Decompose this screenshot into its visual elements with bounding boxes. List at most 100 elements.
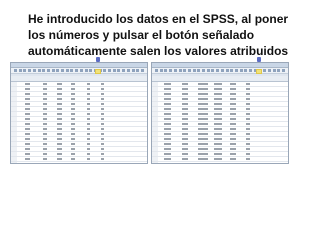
toolbar-icon[interactable] (140, 69, 144, 72)
table-cell[interactable] (246, 123, 250, 125)
table-cell[interactable] (246, 158, 250, 160)
toolbar-icon[interactable] (239, 69, 243, 72)
table-cell[interactable] (101, 148, 104, 150)
table-cell[interactable] (101, 88, 104, 90)
table-cell[interactable] (230, 93, 236, 95)
table-cell[interactable] (57, 128, 62, 130)
toolbar-icon[interactable] (267, 69, 271, 72)
table-cell[interactable] (230, 148, 236, 150)
table-cell[interactable] (164, 98, 171, 100)
toolbar-icon[interactable] (51, 69, 55, 72)
toolbar-icon[interactable] (263, 69, 267, 72)
table-cell[interactable] (182, 88, 188, 90)
table-cell[interactable] (101, 128, 104, 130)
table-cell[interactable] (25, 93, 30, 95)
table-cell[interactable] (25, 88, 30, 90)
toolbar-icon[interactable] (178, 69, 182, 72)
table-cell[interactable] (230, 118, 236, 120)
toolbar-icon[interactable] (197, 69, 201, 72)
table-cell[interactable] (71, 163, 75, 164)
toolbar-icon[interactable] (277, 69, 281, 72)
table-cell[interactable] (25, 138, 30, 140)
toolbar-icon[interactable] (79, 69, 83, 72)
table-cell[interactable] (246, 113, 250, 115)
table-cell[interactable] (101, 103, 104, 105)
table-cell[interactable] (230, 88, 236, 90)
table-cell[interactable] (214, 83, 222, 85)
table-cell[interactable] (230, 108, 236, 110)
table-cell[interactable] (198, 93, 208, 95)
table-cell[interactable] (230, 163, 236, 164)
toolbar-icon[interactable] (281, 69, 285, 72)
toolbar-icon[interactable] (46, 69, 50, 72)
table-cell[interactable] (198, 88, 208, 90)
toolbar-icon[interactable] (211, 69, 215, 72)
table-cell[interactable] (164, 88, 171, 90)
table-cell[interactable] (71, 143, 75, 145)
table-cell[interactable] (230, 133, 236, 135)
table-cell[interactable] (198, 138, 208, 140)
table-cell[interactable] (87, 83, 90, 85)
toolbar-icon[interactable] (131, 69, 135, 72)
table-cell[interactable] (164, 113, 171, 115)
table-cell[interactable] (71, 123, 75, 125)
table-cell[interactable] (71, 158, 75, 160)
toolbar-icon[interactable] (103, 69, 107, 72)
table-cell[interactable] (43, 143, 47, 145)
table-cell[interactable] (246, 83, 250, 85)
table-cell[interactable] (198, 123, 208, 125)
toolbar-icon[interactable] (32, 69, 36, 72)
toolbar-icon[interactable] (56, 69, 60, 72)
table-cell[interactable] (25, 113, 30, 115)
table-cell[interactable] (230, 138, 236, 140)
value-labels-button[interactable] (95, 69, 101, 74)
table-cell[interactable] (246, 133, 250, 135)
toolbar-icon[interactable] (117, 69, 121, 72)
table-cell[interactable] (43, 118, 47, 120)
table-cell[interactable] (101, 118, 104, 120)
table-cell[interactable] (214, 143, 222, 145)
table-cell[interactable] (101, 83, 104, 85)
table-cell[interactable] (87, 158, 90, 160)
table-cell[interactable] (198, 148, 208, 150)
table-cell[interactable] (87, 133, 90, 135)
toolbar-icon[interactable] (84, 69, 88, 72)
table-cell[interactable] (182, 163, 188, 164)
table-cell[interactable] (246, 128, 250, 130)
table-cell[interactable] (71, 138, 75, 140)
toolbar-icon[interactable] (216, 69, 220, 72)
table-cell[interactable] (25, 98, 30, 100)
table-cell[interactable] (71, 128, 75, 130)
toolbar-icon[interactable] (225, 69, 229, 72)
table-cell[interactable] (182, 138, 188, 140)
table-cell[interactable] (101, 153, 104, 155)
table-cell[interactable] (214, 153, 222, 155)
table-cell[interactable] (43, 108, 47, 110)
table-cell[interactable] (182, 128, 188, 130)
table-cell[interactable] (87, 148, 90, 150)
table-cell[interactable] (164, 158, 171, 160)
data-grid[interactable] (11, 76, 147, 163)
table-cell[interactable] (101, 158, 104, 160)
table-cell[interactable] (182, 113, 188, 115)
table-cell[interactable] (198, 158, 208, 160)
table-cell[interactable] (182, 123, 188, 125)
table-cell[interactable] (182, 83, 188, 85)
toolbar-icon[interactable] (23, 69, 27, 72)
toolbar-icon[interactable] (192, 69, 196, 72)
table-cell[interactable] (214, 113, 222, 115)
table-cell[interactable] (246, 138, 250, 140)
table-cell[interactable] (87, 138, 90, 140)
table-cell[interactable] (230, 128, 236, 130)
table-cell[interactable] (71, 108, 75, 110)
table-cell[interactable] (164, 133, 171, 135)
toolbar-icon[interactable] (18, 69, 22, 72)
table-cell[interactable] (87, 113, 90, 115)
table-cell[interactable] (198, 83, 208, 85)
table-cell[interactable] (214, 98, 222, 100)
table-cell[interactable] (87, 153, 90, 155)
table-cell[interactable] (87, 128, 90, 130)
table-cell[interactable] (101, 123, 104, 125)
table-cell[interactable] (43, 88, 47, 90)
table-cell[interactable] (43, 123, 47, 125)
